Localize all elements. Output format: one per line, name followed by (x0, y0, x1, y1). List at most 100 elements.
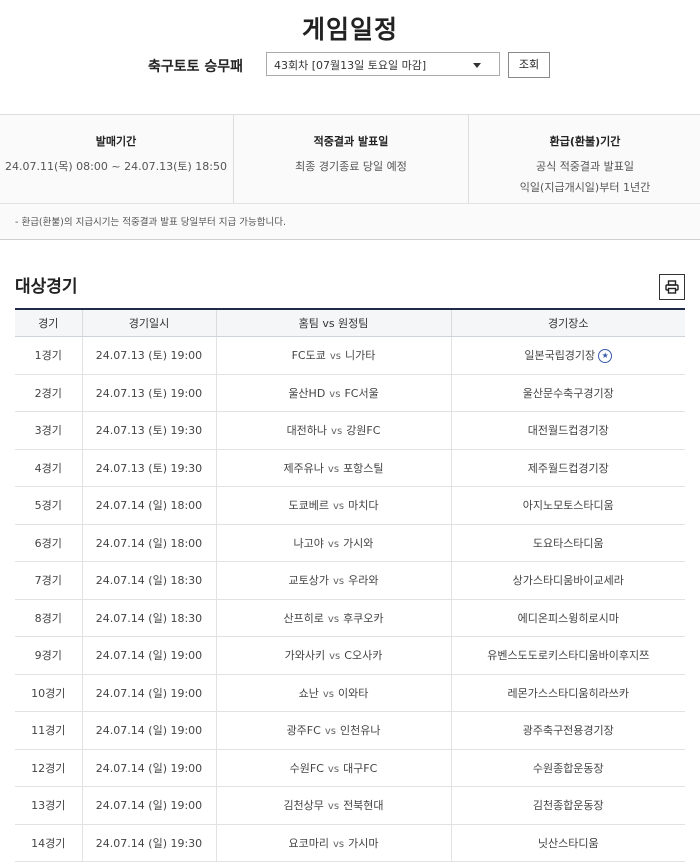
home-team: 제주유나 (283, 461, 324, 475)
home-team: 쇼난 (298, 686, 319, 700)
table-header-row: 경기 경기일시 홈팀 vs 원정팀 경기장소 (15, 308, 685, 337)
refund-period-heading: 환급(환불)기간 (549, 135, 621, 148)
vs-label: vs (327, 538, 340, 550)
section-title: 대상경기 (15, 277, 78, 297)
venue-name: 수원종합운동장 (532, 761, 604, 775)
chevron-down-icon (473, 63, 481, 68)
games-table: 경기 경기일시 홈팀 vs 원정팀 경기장소 1경기 24.07.13 (토) 1… (15, 308, 685, 862)
result-announce: 적중결과 발표일 최종 경기종료 당일 예정 (233, 115, 468, 203)
game-venue: 울산문수축구경기장 (450, 374, 685, 412)
match-teams: 김천상무 vs 전북현대 (215, 786, 451, 825)
away-team: 우라와 (348, 574, 379, 588)
game-number: 6경기 (15, 524, 82, 562)
game-datetime: 24.07.14 (일) 19:00 (81, 674, 216, 712)
game-datetime: 24.07.13 (토) 19:00 (81, 336, 216, 375)
game-venue: 상가스타디움바이교세라 (450, 561, 685, 600)
table-row: 6경기 24.07.14 (일) 18:00 나고야 vs 가시와 도요타스타디움 (15, 524, 685, 562)
match-teams: 교토상가 vs 우라와 (215, 561, 451, 600)
sale-info-box: 발매기간 24.07.11(목) 08:00 ~ 24.07.13(토) 18:… (0, 114, 700, 240)
vs-label: vs (327, 463, 340, 475)
home-team: 광주FC (286, 724, 321, 738)
game-number: 4경기 (15, 449, 82, 487)
match-teams: 쇼난 vs 이와타 (215, 674, 451, 712)
game-datetime: 24.07.14 (일) 19:00 (81, 711, 216, 750)
game-venue: 제주월드컵경기장 (450, 449, 685, 487)
vs-label: vs (324, 726, 336, 738)
vs-label: vs (329, 388, 341, 400)
game-number: 9경기 (15, 636, 82, 675)
game-venue: 김천종합운동장 (450, 786, 685, 825)
search-button[interactable]: 조회 (508, 52, 550, 78)
game-datetime: 24.07.13 (토) 19:30 (81, 411, 216, 450)
game-datetime: 24.07.14 (일) 18:30 (81, 561, 216, 600)
game-number: 11경기 (15, 711, 82, 750)
vs-label: vs (327, 763, 340, 775)
venue-name: 제주월드컵경기장 (527, 461, 609, 475)
game-datetime: 24.07.14 (일) 19:30 (81, 824, 216, 862)
header-datetime: 경기일시 (81, 308, 216, 337)
away-team: FC서울 (344, 386, 379, 400)
game-datetime: 24.07.13 (토) 19:00 (81, 374, 216, 412)
match-teams: 광주FC vs 인천유나 (215, 711, 451, 750)
game-datetime: 24.07.14 (일) 19:00 (81, 636, 216, 675)
game-datetime: 24.07.14 (일) 18:30 (81, 599, 216, 637)
game-venue: 에디온피스윙히로시마 (450, 599, 685, 637)
game-venue: 아지노모토스타디움 (450, 486, 685, 525)
vs-label: vs (327, 613, 340, 625)
venue-name: 아지노모토스타디움 (522, 499, 614, 513)
home-team: 요코마리 (288, 836, 329, 850)
print-button[interactable] (659, 274, 685, 300)
home-team: 산프히로 (283, 611, 324, 625)
vs-label: vs (332, 576, 345, 588)
away-team: 가시와 (343, 536, 374, 550)
match-teams: 요코마리 vs 가시마 (215, 824, 451, 862)
game-venue: 유벤스도도로키스타디움바이후지쯔 (450, 636, 685, 675)
page-title: 게임일정 (301, 15, 398, 44)
sale-period: 발매기간 24.07.11(목) 08:00 ~ 24.07.13(토) 18:… (0, 115, 232, 203)
match-teams: 울산HD vs FC서울 (215, 374, 451, 412)
game-number: 3경기 (15, 411, 82, 450)
star-badge-icon[interactable]: ★ (598, 349, 613, 364)
sale-period-heading: 발매기간 (95, 135, 137, 148)
refund-period: 환급(환불)기간 공식 적중결과 발표일 익일(지급개시일)부터 1년간 (468, 115, 700, 203)
table-row: 3경기 24.07.13 (토) 19:30 대전하나 vs 강원FC 대전월드컵경기장 (15, 411, 685, 450)
refund-notice: - 환급(환불)의 지급시기는 적중결과 발표 당일부터 지급 가능합니다. (15, 217, 286, 228)
home-team: FC도쿄 (291, 349, 326, 363)
vs-label: vs (329, 651, 341, 663)
game-venue: 닛산스타디움 (450, 824, 685, 862)
match-teams: 대전하나 vs 강원FC (215, 411, 451, 450)
table-row: 4경기 24.07.13 (토) 19:30 제주유나 vs 포항스틸 제주월드컵경기장 (15, 449, 685, 487)
venue-name: 일본국립경기장 (524, 349, 596, 363)
table-row: 7경기 24.07.14 (일) 18:30 교토상가 vs 우라와 상가스타디움바이교세… (15, 561, 685, 600)
venue-name: 에디온피스윙히로시마 (517, 611, 619, 625)
table-row: 10경기 24.07.14 (일) 19:00 쇼난 vs 이와타 레몬가스스타디움히라쓰… (15, 674, 685, 712)
game-number: 12경기 (15, 749, 82, 787)
game-venue: 일본국립경기장 ★ (450, 336, 685, 375)
match-teams: 나고야 vs 가시와 (215, 524, 451, 562)
vs-label: vs (322, 688, 334, 700)
away-team: 강원FC (346, 424, 381, 438)
game-number: 7경기 (15, 561, 82, 600)
game-type-label: 축구토토 승무패 (148, 59, 244, 75)
game-number: 2경기 (15, 374, 82, 412)
away-team: 인천유나 (339, 724, 381, 738)
result-announce-heading: 적중결과 발표일 (313, 135, 389, 148)
table-row: 9경기 24.07.14 (일) 19:00 가와사키 vs C오사카 유벤스도도로키스타… (15, 636, 685, 675)
vs-label: vs (332, 838, 345, 850)
table-row: 2경기 24.07.13 (토) 19:00 울산HD vs FC서울 울산문수축구경기장 (15, 374, 685, 412)
venue-name: 광주축구전용경기장 (522, 724, 614, 738)
home-team: 교토상가 (288, 574, 329, 588)
venue-name: 상가스타디움바이교세라 (512, 574, 624, 588)
table-row: 13경기 24.07.14 (일) 19:00 김천상무 vs 전북현대 김천종합운동장 (15, 786, 685, 825)
header-teams: 홈팀 vs 원정팀 (215, 308, 451, 337)
game-number: 8경기 (15, 599, 82, 637)
match-teams: 산프히로 vs 후쿠오카 (215, 599, 451, 637)
vs-label: vs (331, 426, 343, 438)
game-number: 10경기 (15, 674, 82, 712)
away-team: 이와타 (338, 686, 369, 700)
vs-label: vs (329, 351, 341, 363)
venue-name: 유벤스도도로키스타디움바이후지쯔 (487, 649, 650, 663)
game-datetime: 24.07.13 (토) 19:30 (81, 449, 216, 487)
round-select[interactable]: 43회차 [07월13일 토요일 마감] (266, 52, 500, 76)
game-datetime: 24.07.14 (일) 18:00 (81, 524, 216, 562)
